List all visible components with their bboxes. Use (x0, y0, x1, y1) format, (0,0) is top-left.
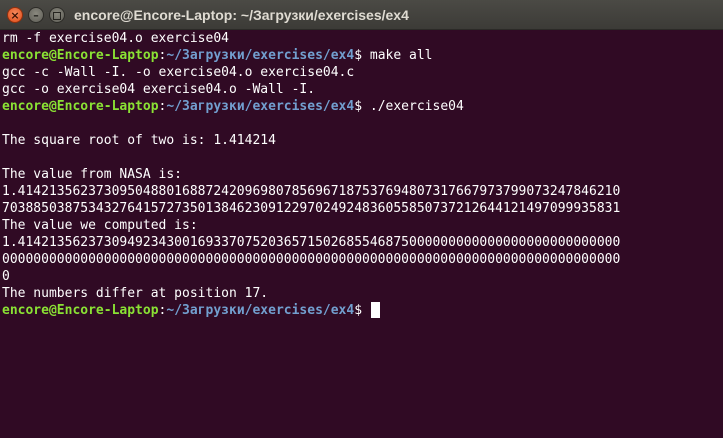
maximize-icon (53, 12, 61, 20)
output-text: The value we computed is: (2, 218, 198, 233)
terminal-output[interactable]: rm -f exercise04.o exercise04 encore@Enco… (2, 30, 723, 319)
output-text: 1.41421356237309504880168872420969807856… (2, 184, 621, 199)
maximize-button[interactable] (49, 7, 65, 23)
output-line: 1.41421356237309504880168872420969807856… (2, 183, 723, 200)
minimize-icon: – (33, 9, 39, 22)
output-text: gcc -c -Wall -I. -o exercise04.o exercis… (2, 65, 355, 80)
prompt-dollar: $ (354, 48, 363, 63)
output-text: gcc -o exercise04 exercise04.o -Wall -I. (2, 82, 316, 97)
output-line: gcc -c -Wall -I. -o exercise04.o exercis… (2, 64, 723, 81)
output-text: rm -f exercise04.o exercise04 (2, 31, 229, 46)
prompt-line: encore@Encore-Laptop:~/Загрузки/exercise… (2, 47, 723, 64)
prompt-line: encore@Encore-Laptop:~/Загрузки/exercise… (2, 98, 723, 115)
output-line: The value we computed is: (2, 217, 723, 234)
output-text: The value from NASA is: (2, 167, 183, 182)
window-title: encore@Encore-Laptop: ~/Загрузки/exercis… (74, 7, 409, 23)
output-line: rm -f exercise04.o exercise04 (2, 30, 723, 47)
output-line: The numbers differ at position 17. (2, 285, 723, 302)
output-line: 0 (2, 268, 723, 285)
output-text: 0 (2, 269, 10, 284)
output-line: 0000000000000000000000000000000000000000… (2, 251, 723, 268)
prompt-dollar: $ (354, 99, 363, 114)
close-button[interactable]: × (7, 7, 23, 23)
terminal-window: × – encore@Encore-Laptop: ~/Загрузки/exe… (0, 0, 723, 438)
output-line: The square root of two is: 1.414214 (2, 132, 723, 149)
close-icon: × (10, 9, 20, 22)
command-text: make all (369, 48, 433, 63)
prompt-path: ~/Загрузки/exercises/ex4 (166, 303, 355, 318)
command-text: ./exercise04 (369, 99, 464, 114)
prompt-path: ~/Загрузки/exercises/ex4 (166, 99, 355, 114)
prompt-user: encore@Encore-Laptop (2, 303, 159, 318)
output-line: 1.41421356237309492343001693370752036571… (2, 234, 723, 251)
output-text: 0000000000000000000000000000000000000000… (2, 252, 621, 267)
output-text: The square root of two is: 1.414214 (2, 133, 276, 148)
text-cursor (370, 302, 380, 318)
prompt-path: ~/Загрузки/exercises/ex4 (166, 48, 355, 63)
prompt-user: encore@Encore-Laptop (2, 99, 159, 114)
output-line: gcc -o exercise04 exercise04.o -Wall -I. (2, 81, 723, 98)
prompt-dollar: $ (354, 303, 363, 318)
output-line: 7038850387534327641572735013846230912297… (2, 200, 723, 217)
minimize-button[interactable]: – (28, 7, 44, 23)
title-bar[interactable]: × – encore@Encore-Laptop: ~/Загрузки/exe… (0, 0, 723, 30)
output-text: 1.41421356237309492343001693370752036571… (2, 235, 621, 250)
prompt-user: encore@Encore-Laptop (2, 48, 159, 63)
prompt-line: encore@Encore-Laptop:~/Загрузки/exercise… (2, 302, 723, 319)
output-text: The numbers differ at position 17. (2, 286, 269, 301)
output-text: 7038850387534327641572735013846230912297… (2, 201, 621, 216)
output-line: The value from NASA is: (2, 166, 723, 183)
